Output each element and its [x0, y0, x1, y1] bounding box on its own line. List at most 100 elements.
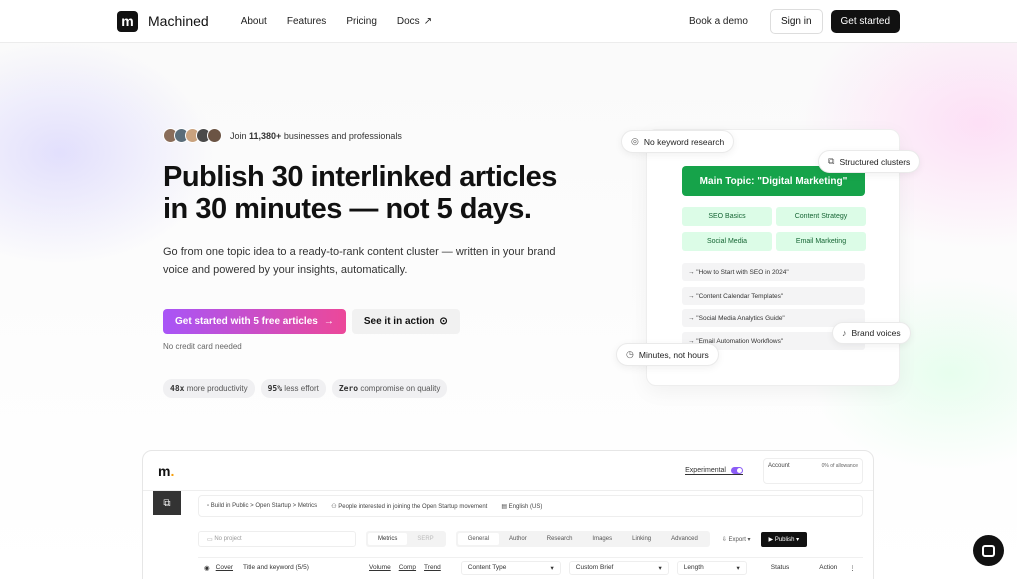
- play-circle-icon: ⊙: [439, 316, 448, 327]
- tag-minutes: ◷ Minutes, not hours: [616, 343, 719, 366]
- stat-pill: 48x more productivity: [163, 379, 255, 398]
- subtopic: Content Strategy: [776, 207, 866, 226]
- tag-label: Structured clusters: [839, 156, 911, 167]
- no-credit-card-note: No credit card needed: [163, 342, 242, 351]
- toggle-switch[interactable]: [731, 466, 743, 474]
- top-nav: m Machined About Features Pricing Docs ↗…: [0, 0, 1017, 43]
- social-prefix: Join: [230, 130, 250, 141]
- stat-text: more productivity: [186, 384, 248, 393]
- settings-tabs: General Author Research Images Linking A…: [455, 531, 710, 547]
- target-icon: ◎: [631, 136, 639, 146]
- book-demo-link[interactable]: Book a demo: [675, 10, 762, 33]
- chat-icon: [982, 544, 995, 557]
- toolbar: ▭ No project Metrics SERP General Author…: [198, 529, 863, 549]
- content-type-select[interactable]: Content Type ▾: [460, 560, 561, 575]
- stat-text: less effort: [284, 384, 319, 393]
- arrow-right-icon: →: [323, 316, 334, 327]
- seg-metrics[interactable]: Metrics: [368, 533, 408, 545]
- project-select[interactable]: ▭ No project: [198, 531, 356, 547]
- breadcrumb-text: Build in Public > Open Startup > Metrics: [210, 503, 318, 509]
- stat-text: compromise on quality: [360, 384, 441, 393]
- headline-line-2: in 30 minutes — not 5 days.: [163, 193, 532, 225]
- context-bar: ▫ Build in Public > Open Startup > Metri…: [198, 495, 863, 517]
- custom-brief-select[interactable]: Custom Brief ▾: [568, 560, 669, 575]
- nav-actions: Book a demo Sign in Get started: [675, 8, 900, 34]
- tag-label: Brand voices: [851, 328, 901, 338]
- tab-general[interactable]: General: [457, 533, 500, 545]
- tab-research[interactable]: Research: [537, 533, 583, 545]
- get-started-button[interactable]: Get started: [830, 9, 900, 33]
- article-item: → "Content Calendar Templates": [682, 287, 865, 305]
- tab-author[interactable]: Author: [499, 533, 537, 545]
- chat-launcher-button[interactable]: [973, 535, 1004, 566]
- app-header: m. Experimental Account 0% of allowance: [143, 451, 873, 491]
- export-button[interactable]: ⇩ Export ▾: [722, 536, 751, 543]
- chevron-down-icon: ▾: [736, 564, 740, 572]
- publish-button[interactable]: ▶ Publish ▾: [760, 531, 808, 547]
- tab-linking[interactable]: Linking: [622, 533, 661, 545]
- seg-serp[interactable]: SERP: [407, 533, 443, 545]
- stat-pill: 95% less effort: [260, 379, 326, 398]
- stat-value: Zero: [338, 384, 359, 393]
- nav-pricing[interactable]: Pricing: [346, 16, 377, 27]
- see-in-action-button[interactable]: See it in action ⊙: [351, 309, 460, 334]
- length-select[interactable]: Length ▾: [676, 560, 747, 575]
- col-trend[interactable]: Trend: [424, 564, 441, 571]
- app-logo-dot: .: [170, 462, 175, 479]
- view-toggle: Metrics SERP: [366, 531, 446, 547]
- subtopic: Social Media: [682, 232, 772, 251]
- social-text: Join 11,380+ businesses and professional…: [230, 131, 402, 141]
- clock-icon: ◷: [626, 349, 634, 359]
- sign-in-button[interactable]: Sign in: [769, 8, 823, 34]
- account-box[interactable]: Account 0% of allowance: [763, 457, 863, 484]
- breadcrumb[interactable]: ▫ Build in Public > Open Startup > Metri…: [207, 503, 317, 509]
- radio-icon[interactable]: ◉: [204, 564, 210, 572]
- more-icon[interactable]: ⋮: [849, 564, 856, 572]
- col-volume[interactable]: Volume: [369, 564, 391, 571]
- custom-brief-label: Custom Brief: [575, 564, 614, 571]
- account-usage: 0% of allowance: [821, 462, 858, 469]
- publish-label: Publish: [774, 536, 795, 543]
- tag-brand-voices: ♪ Brand voices: [832, 322, 911, 344]
- language-text: English (US): [508, 503, 543, 510]
- experimental-label: Experimental: [685, 466, 726, 474]
- col-status: Status: [770, 564, 790, 571]
- stat-pill: Zero compromise on quality: [331, 379, 448, 398]
- social-proof: Join 11,380+ businesses and professional…: [163, 128, 603, 143]
- app-logo-letter: m: [158, 462, 171, 479]
- free-articles-button[interactable]: Get started with 5 free articles →: [163, 309, 346, 334]
- stat-value: 48x: [170, 384, 185, 393]
- col-action: Action: [819, 564, 838, 571]
- account-label: Account: [768, 462, 790, 469]
- nav-docs[interactable]: Docs ↗: [397, 16, 432, 27]
- nav-features[interactable]: Features: [287, 16, 326, 27]
- hero-subtext: Go from one topic idea to a ready-to-ran…: [163, 246, 556, 276]
- nav-about[interactable]: About: [241, 16, 267, 27]
- content-type-label: Content Type: [467, 564, 507, 571]
- tag-no-keyword: ◎ No keyword research: [621, 130, 735, 153]
- experimental-toggle[interactable]: Experimental: [685, 466, 743, 475]
- tab-advanced[interactable]: Advanced: [661, 533, 708, 545]
- tag-structured-clusters: ⧉ Structured clusters: [818, 150, 921, 173]
- col-comp[interactable]: Comp: [399, 564, 416, 571]
- headline-line-1: Publish 30 interlinked articles: [163, 161, 557, 193]
- chevron-down-icon: ▾: [658, 564, 662, 572]
- col-cover[interactable]: Cover: [216, 564, 233, 571]
- cta-row: Get started with 5 free articles → See i…: [163, 309, 603, 334]
- social-count: 11,380+: [249, 130, 282, 141]
- audience[interactable]: ⚇ People interested in joining the Open …: [331, 503, 487, 510]
- chevron-down-icon: ▾: [550, 564, 554, 572]
- brand-name[interactable]: Machined: [148, 13, 209, 29]
- length-label: Length: [683, 564, 704, 571]
- subtopic: Email Marketing: [776, 232, 866, 251]
- article-item: → "How to Start with SEO in 2024": [682, 263, 865, 281]
- col-title: Title and keyword (5/5): [243, 564, 309, 571]
- logo-icon[interactable]: m: [117, 10, 138, 32]
- sitemap-icon[interactable]: ⧉: [153, 491, 181, 515]
- nav-docs-label: Docs: [396, 15, 420, 27]
- language[interactable]: ▤ English (US): [501, 503, 542, 510]
- tag-label: No keyword research: [643, 136, 725, 147]
- app-preview: m. Experimental Account 0% of allowance …: [142, 450, 874, 579]
- sitemap-icon: ⧉: [828, 156, 835, 166]
- tab-images[interactable]: Images: [582, 533, 622, 545]
